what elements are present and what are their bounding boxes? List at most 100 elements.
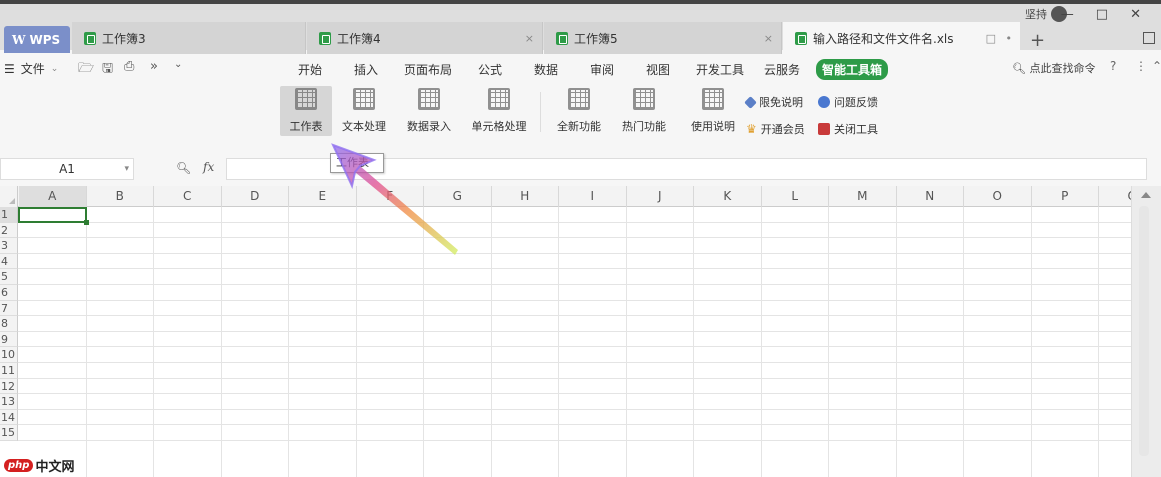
vertical-scrollbar[interactable]: [1131, 186, 1161, 477]
column-header-p[interactable]: P: [1032, 186, 1099, 207]
free-info-button[interactable]: 限免说明: [744, 94, 803, 110]
row-header-14[interactable]: 14: [0, 409, 18, 426]
file-menu[interactable]: ☰ 文件 ⌄: [4, 60, 58, 77]
row-header-13[interactable]: 13: [0, 394, 18, 410]
usage-guide-icon: [702, 88, 724, 110]
customize-icon[interactable]: ⌄: [174, 59, 182, 70]
column-header-c[interactable]: C: [154, 186, 222, 207]
grid-vline: [153, 207, 154, 477]
tab-workbook4[interactable]: 工作簿4 ×: [307, 22, 543, 54]
collapse-ribbon-icon[interactable]: ⌃: [1152, 59, 1161, 73]
row-header-12[interactable]: 12: [0, 378, 18, 395]
column-header-l[interactable]: L: [762, 186, 829, 207]
close-window-icon[interactable]: ✕: [1130, 7, 1141, 22]
row-header-9[interactable]: 9: [0, 331, 18, 348]
name-box[interactable]: A1 ▾: [0, 158, 134, 180]
grid-vline: [558, 207, 559, 477]
sheet-doc-icon: [795, 31, 807, 45]
row-header-6[interactable]: 6: [0, 285, 18, 301]
row-header-11[interactable]: 11: [0, 363, 18, 379]
vip-button[interactable]: ♛ 开通会员: [746, 121, 805, 137]
menu-home[interactable]: 开始: [298, 61, 322, 78]
menu-formula[interactable]: 公式: [478, 61, 502, 78]
more-icon[interactable]: »: [150, 59, 158, 74]
menu-data[interactable]: 数据: [534, 61, 558, 78]
menu-insert[interactable]: 插入: [354, 61, 378, 78]
new-features-button[interactable]: 全新功能: [550, 86, 608, 136]
crown-icon: ♛: [746, 122, 757, 136]
chevron-down-icon: ▾: [124, 164, 129, 174]
row-header-15[interactable]: 15: [0, 425, 18, 441]
data-entry-label: 数据录入: [407, 120, 451, 133]
tab-workbook5[interactable]: 工作簿5 ×: [544, 22, 782, 54]
more-vertical-icon[interactable]: ⋮: [1135, 59, 1147, 73]
zoom-icon[interactable]: 🔍︎: [176, 161, 191, 175]
row-header-1[interactable]: 1: [0, 207, 18, 223]
column-header-i[interactable]: I: [559, 186, 627, 207]
close-box-icon: [818, 123, 830, 135]
scroll-up-icon[interactable]: [1141, 192, 1151, 198]
save-icon[interactable]: 🖫: [102, 59, 113, 81]
help-icon[interactable]: ?: [1110, 59, 1116, 73]
wps-tab-label: WPS: [29, 32, 61, 47]
menu-smart-toolbox[interactable]: 智能工具箱: [816, 59, 889, 80]
row-header-4[interactable]: 4: [0, 253, 18, 270]
column-header-b[interactable]: B: [87, 186, 154, 207]
column-header-f[interactable]: F: [357, 186, 424, 207]
open-folder-icon[interactable]: 🗁: [78, 59, 94, 81]
close-icon[interactable]: ×: [525, 32, 534, 45]
data-entry-button[interactable]: 数据录入: [400, 86, 458, 136]
row-header-7[interactable]: 7: [0, 300, 18, 317]
dot-icon[interactable]: •: [1006, 32, 1013, 45]
restore-icon[interactable]: □: [986, 32, 996, 45]
select-all-corner[interactable]: [0, 186, 18, 207]
command-search[interactable]: 🔍︎ 点此查找命令: [1012, 60, 1095, 76]
hot-features-button[interactable]: 热门功能: [614, 86, 674, 136]
grid-vline: [423, 207, 424, 477]
close-tool-button[interactable]: 关闭工具: [818, 121, 878, 137]
column-header-h[interactable]: H: [492, 186, 559, 207]
menu-view[interactable]: 视图: [646, 61, 670, 78]
tab-active-file[interactable]: 输入路径和文件文件名.xls □ •: [783, 22, 1020, 54]
menu-page-layout[interactable]: 页面布局: [404, 61, 452, 78]
column-header-e[interactable]: E: [289, 186, 357, 207]
column-header-m[interactable]: M: [829, 186, 897, 207]
scroll-track[interactable]: [1139, 206, 1149, 456]
column-header-k[interactable]: K: [694, 186, 762, 207]
spreadsheet-grid[interactable]: ABCDEFGHIJKLMNOPQ 123456789101112131415: [0, 186, 1131, 477]
grid-vline: [625, 207, 627, 477]
column-header-o[interactable]: O: [964, 186, 1032, 207]
row-header-8[interactable]: 8: [0, 316, 18, 332]
hot-features-icon: [633, 88, 655, 110]
feedback-button[interactable]: 问题反馈: [818, 94, 878, 110]
sheet-doc-icon: [319, 31, 331, 45]
column-header-q[interactable]: Q: [1099, 186, 1131, 207]
print-icon[interactable]: ⎙: [124, 59, 134, 74]
minimize-icon[interactable]: —: [1061, 7, 1074, 22]
fx-icon[interactable]: fx: [203, 160, 214, 174]
column-header-a[interactable]: A: [19, 186, 87, 207]
text-processing-button[interactable]: 文本处理: [336, 86, 392, 136]
maximize-icon[interactable]: □: [1096, 7, 1108, 22]
tab-workbook3[interactable]: 工作簿3: [72, 22, 306, 54]
row-header-5[interactable]: 5: [0, 269, 18, 285]
column-header-g[interactable]: G: [424, 186, 492, 207]
watermark: php 中文网: [4, 456, 75, 475]
worksheet-button[interactable]: 工作表: [280, 86, 332, 136]
active-cell[interactable]: [18, 207, 89, 225]
menu-cloud[interactable]: 云服务: [764, 61, 800, 78]
new-tab-button[interactable]: +: [1030, 30, 1045, 51]
cell-processing-button[interactable]: 单元格处理: [464, 86, 534, 136]
menu-developer[interactable]: 开发工具: [696, 61, 744, 78]
row-header-3[interactable]: 3: [0, 238, 18, 254]
row-header-10[interactable]: 10: [0, 347, 18, 363]
usage-guide-button[interactable]: 使用说明: [688, 86, 738, 136]
tab-list-icon[interactable]: [1143, 32, 1155, 44]
column-header-n[interactable]: N: [897, 186, 964, 207]
close-icon[interactable]: ×: [764, 32, 773, 45]
wps-home-tab[interactable]: W WPS: [4, 26, 70, 53]
column-header-d[interactable]: D: [222, 186, 289, 207]
row-header-2[interactable]: 2: [0, 222, 18, 239]
column-header-j[interactable]: J: [627, 186, 694, 207]
menu-review[interactable]: 审阅: [590, 61, 614, 78]
